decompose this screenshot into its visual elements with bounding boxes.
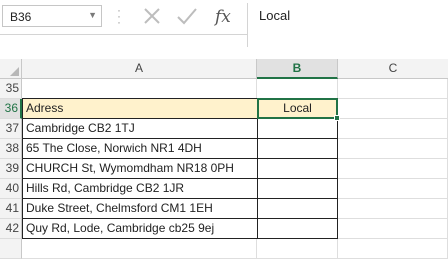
- cell-a39[interactable]: CHURCH St, Wymomdham NR18 0PH: [22, 158, 258, 179]
- cell-b35[interactable]: [257, 79, 338, 99]
- select-all-corner[interactable]: [0, 59, 22, 79]
- cell-a37[interactable]: Cambridge CB2 1TJ: [22, 118, 258, 139]
- column-header-c[interactable]: C: [338, 59, 448, 79]
- row-header-40[interactable]: 40: [0, 179, 22, 199]
- formula-value: Local: [259, 8, 291, 23]
- cancel-icon[interactable]: [140, 4, 164, 28]
- svg-text:fx: fx: [213, 7, 231, 27]
- row-header-41[interactable]: 41: [0, 199, 22, 219]
- cell-c41[interactable]: [338, 199, 448, 219]
- column-label: A: [134, 61, 143, 75]
- cell-b36[interactable]: Local: [257, 98, 338, 119]
- drag-handle-icon[interactable]: · · ·: [117, 4, 121, 28]
- cell-c35[interactable]: [338, 79, 448, 99]
- column-label: B: [292, 61, 302, 75]
- enter-check-icon[interactable]: [175, 4, 199, 28]
- cell-c37[interactable]: [338, 119, 448, 139]
- cell-c38[interactable]: [338, 139, 448, 159]
- cell-b38[interactable]: [257, 138, 338, 159]
- cell-b43[interactable]: [257, 239, 338, 259]
- cell-a43[interactable]: [22, 239, 257, 259]
- cell-a38[interactable]: 65 The Close, Norwich NR1 4DH: [22, 138, 258, 159]
- name-box-dropdown-icon[interactable]: ▼: [88, 10, 97, 20]
- formula-input[interactable]: Local: [248, 0, 448, 48]
- cell-c42[interactable]: [338, 219, 448, 239]
- formula-divider: [247, 3, 248, 47]
- row-header-39[interactable]: 39: [0, 159, 22, 179]
- cell-a36[interactable]: Adress: [22, 98, 258, 119]
- row-header-36[interactable]: 36: [0, 99, 22, 119]
- cell-a42[interactable]: Quy Rd, Lode, Cambridge cb25 9ej: [22, 218, 258, 239]
- cell-c36[interactable]: [338, 99, 448, 119]
- row-header-43[interactable]: [0, 239, 22, 259]
- column-header-a[interactable]: A: [22, 59, 257, 79]
- cell-b41[interactable]: [257, 198, 338, 219]
- cell-c43[interactable]: [338, 239, 448, 259]
- row-header-37[interactable]: 37: [0, 119, 22, 139]
- row-header-38[interactable]: 38: [0, 139, 22, 159]
- column-header-b[interactable]: B: [257, 59, 338, 79]
- cell-a40[interactable]: Hills Rd, Cambridge CB2 1JR: [22, 178, 258, 199]
- row-header-35[interactable]: 35: [0, 79, 22, 99]
- cell-c40[interactable]: [338, 179, 448, 199]
- cell-b39[interactable]: [257, 158, 338, 179]
- name-box[interactable]: B36 ▼: [2, 5, 102, 27]
- cell-b42[interactable]: [257, 218, 338, 239]
- fill-handle[interactable]: [334, 115, 340, 121]
- cell-b40[interactable]: [257, 178, 338, 199]
- cell-a41[interactable]: Duke Street, Chelmsford CM1 1EH: [22, 198, 258, 219]
- name-box-value: B36: [10, 10, 32, 24]
- cell-c39[interactable]: [338, 159, 448, 179]
- cell-a35[interactable]: [22, 79, 257, 99]
- insert-function-icon[interactable]: fx: [212, 4, 238, 28]
- row-header-42[interactable]: 42: [0, 219, 22, 239]
- cell-b37[interactable]: [257, 118, 338, 139]
- column-label: C: [388, 61, 398, 75]
